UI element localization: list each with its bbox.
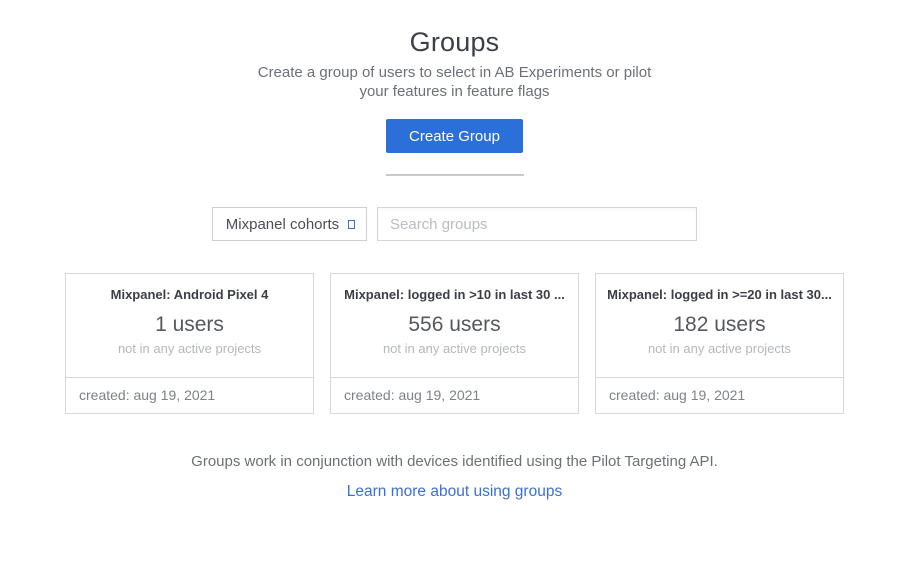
footer-info-text: Groups work in conjunction with devices … bbox=[0, 453, 909, 470]
page-subtitle: Create a group of users to select in AB … bbox=[245, 63, 665, 101]
create-group-button[interactable]: Create Group bbox=[386, 119, 523, 153]
filter-controls: Mixpanel cohorts bbox=[0, 207, 909, 241]
group-card[interactable]: Mixpanel: logged in >=20 in last 30... 1… bbox=[595, 273, 844, 414]
group-created-label: created: aug 19, 2021 bbox=[66, 377, 313, 413]
group-created-label: created: aug 19, 2021 bbox=[331, 377, 578, 413]
page-title: Groups bbox=[0, 27, 909, 58]
cohort-source-dropdown[interactable]: Mixpanel cohorts bbox=[212, 207, 367, 241]
group-card-body: Mixpanel: logged in >=20 in last 30... 1… bbox=[596, 274, 843, 377]
group-name: Mixpanel: logged in >10 in last 30 ... bbox=[341, 287, 568, 302]
groups-page: Groups Create a group of users to select… bbox=[0, 27, 909, 585]
group-user-count: 182 users bbox=[606, 313, 833, 337]
learn-more-link[interactable]: Learn more about using groups bbox=[0, 483, 909, 501]
search-groups-input[interactable] bbox=[377, 207, 697, 241]
group-status: not in any active projects bbox=[76, 341, 303, 356]
group-card[interactable]: Mixpanel: logged in >10 in last 30 ... 5… bbox=[330, 273, 579, 414]
group-status: not in any active projects bbox=[606, 341, 833, 356]
group-card-body: Mixpanel: Android Pixel 4 1 users not in… bbox=[66, 274, 313, 377]
group-status: not in any active projects bbox=[341, 341, 568, 356]
group-card-body: Mixpanel: logged in >10 in last 30 ... 5… bbox=[331, 274, 578, 377]
cohort-source-dropdown-value: Mixpanel cohorts bbox=[226, 216, 353, 233]
group-card[interactable]: Mixpanel: Android Pixel 4 1 users not in… bbox=[65, 273, 314, 414]
group-name: Mixpanel: logged in >=20 in last 30... bbox=[606, 287, 833, 302]
group-name: Mixpanel: Android Pixel 4 bbox=[76, 287, 303, 302]
group-created-label: created: aug 19, 2021 bbox=[596, 377, 843, 413]
section-divider bbox=[386, 174, 524, 176]
group-user-count: 1 users bbox=[76, 313, 303, 337]
group-cards: Mixpanel: Android Pixel 4 1 users not in… bbox=[0, 273, 909, 414]
dropdown-indicator-icon bbox=[348, 220, 355, 229]
group-user-count: 556 users bbox=[341, 313, 568, 337]
